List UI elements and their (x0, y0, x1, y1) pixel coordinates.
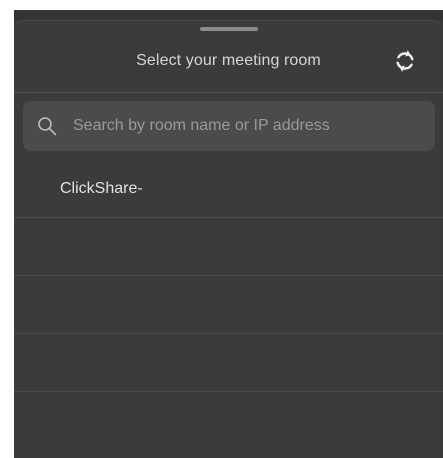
page-title: Select your meeting room (136, 52, 321, 69)
background-panel-edge (14, 10, 443, 20)
refresh-icon (396, 50, 414, 72)
room-name: ClickShare- (60, 180, 143, 197)
sheet-drag-handle[interactable] (200, 27, 258, 31)
room-list: ClickShare- (14, 160, 443, 392)
search-input[interactable] (71, 101, 428, 151)
search-bar[interactable] (23, 101, 435, 151)
search-icon (38, 117, 57, 136)
header-divider (14, 92, 443, 93)
refresh-button[interactable] (388, 44, 422, 78)
room-selection-sheet: Select your meeting room ClickShare- (14, 10, 443, 458)
room-list-item[interactable] (14, 218, 443, 276)
room-list-item[interactable]: ClickShare- (14, 160, 443, 218)
room-list-item[interactable] (14, 334, 443, 392)
room-list-item[interactable] (14, 276, 443, 334)
